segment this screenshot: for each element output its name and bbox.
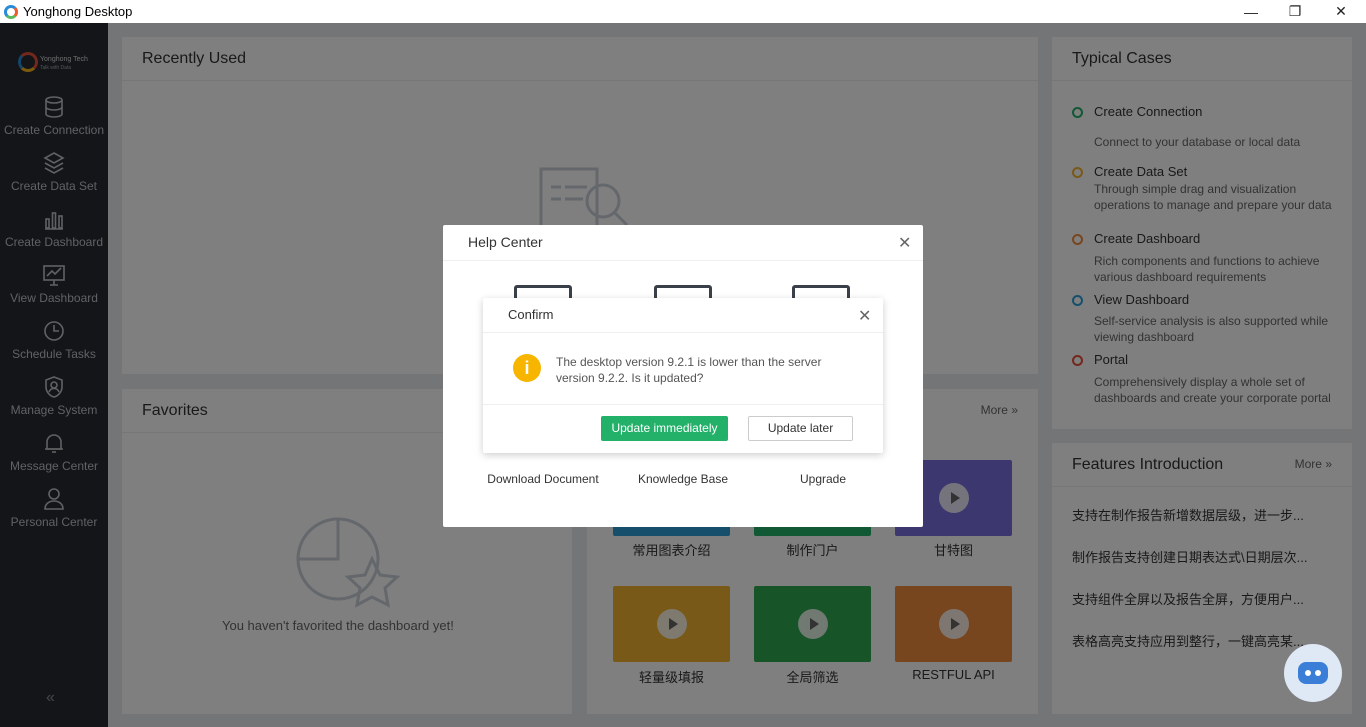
help-close-icon[interactable]: ✕ [898,233,911,253]
robot-face-icon [1298,662,1328,684]
help-download-document[interactable]: Download Document [473,472,613,486]
confirm-message: The desktop version 9.2.1 is lower than … [556,355,822,385]
confirm-footer-divider [483,404,883,405]
restore-button[interactable]: ❐ [1272,0,1318,23]
help-center-title: Help Center [443,225,923,261]
info-warning-icon: i [513,354,541,382]
title-bar: Yonghong Desktop — ❐ ✕ [0,0,1366,23]
window-title: Yonghong Desktop [23,4,133,19]
update-later-button[interactable]: Update later [748,416,853,441]
close-window-button[interactable]: ✕ [1318,0,1364,23]
minimize-button[interactable]: — [1228,0,1274,23]
update-immediately-button[interactable]: Update immediately [601,416,728,441]
help-knowledge-base[interactable]: Knowledge Base [613,472,753,486]
assistant-robot-icon[interactable] [1284,644,1342,702]
confirm-close-icon[interactable]: ✕ [858,306,871,326]
app-logo-icon [4,4,18,19]
confirm-dialog: Confirm ✕ i The desktop version 9.2.1 is… [483,298,883,453]
help-upgrade[interactable]: Upgrade [753,472,893,486]
confirm-title: Confirm [483,298,883,333]
